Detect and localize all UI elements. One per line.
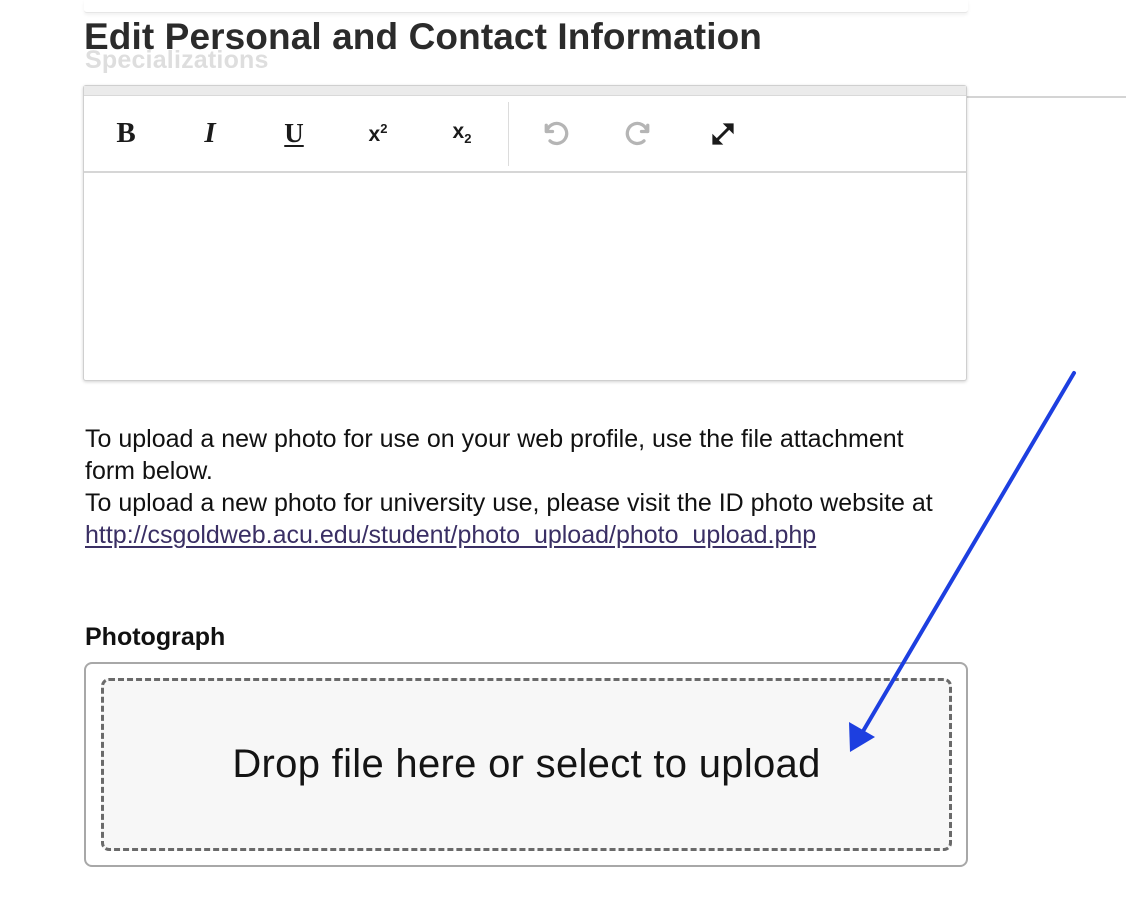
redo-icon (625, 121, 650, 145)
undo-icon (544, 121, 569, 145)
photo-upload-link[interactable]: http://csgoldweb.acu.edu/student/photo_u… (85, 521, 816, 549)
photograph-label: Photograph (85, 623, 226, 651)
underline-button[interactable]: U (252, 102, 336, 166)
underline-icon: U (284, 118, 304, 148)
dropzone-text: Drop file here or select to upload (232, 742, 821, 786)
bold-icon: B (116, 117, 136, 149)
photo-upload-field: Drop file here or select to upload (84, 662, 968, 867)
expand-icon (712, 122, 734, 145)
instruction-line-1: To upload a new photo for use on your we… (85, 425, 904, 485)
italic-icon: I (204, 117, 216, 149)
page-title: Edit Personal and Contact Information (84, 16, 762, 57)
italic-button[interactable]: I (168, 102, 252, 166)
subscript-icon: x2 (452, 120, 472, 147)
photo-upload-instructions: To upload a new photo for use on your we… (85, 423, 945, 551)
previous-card-edge (84, 0, 968, 13)
bold-button[interactable]: B (84, 102, 168, 166)
redo-button[interactable] (597, 102, 681, 166)
rich-text-editor: B I U x2 x2 (83, 85, 967, 381)
toolbar-separator (508, 101, 509, 166)
superscript-button[interactable]: x2 (336, 102, 420, 166)
instruction-line-2: To upload a new photo for university use… (85, 489, 933, 517)
editor-header-bar (84, 86, 966, 96)
editor-toolbar: B I U x2 x2 (84, 96, 966, 173)
subscript-button[interactable]: x2 (420, 102, 504, 166)
divider-line (966, 96, 1126, 98)
editor-text-area[interactable] (84, 173, 966, 380)
fullscreen-button[interactable] (681, 102, 765, 166)
undo-button[interactable] (513, 102, 597, 166)
file-dropzone[interactable]: Drop file here or select to upload (101, 678, 952, 851)
superscript-icon: x2 (368, 120, 388, 146)
